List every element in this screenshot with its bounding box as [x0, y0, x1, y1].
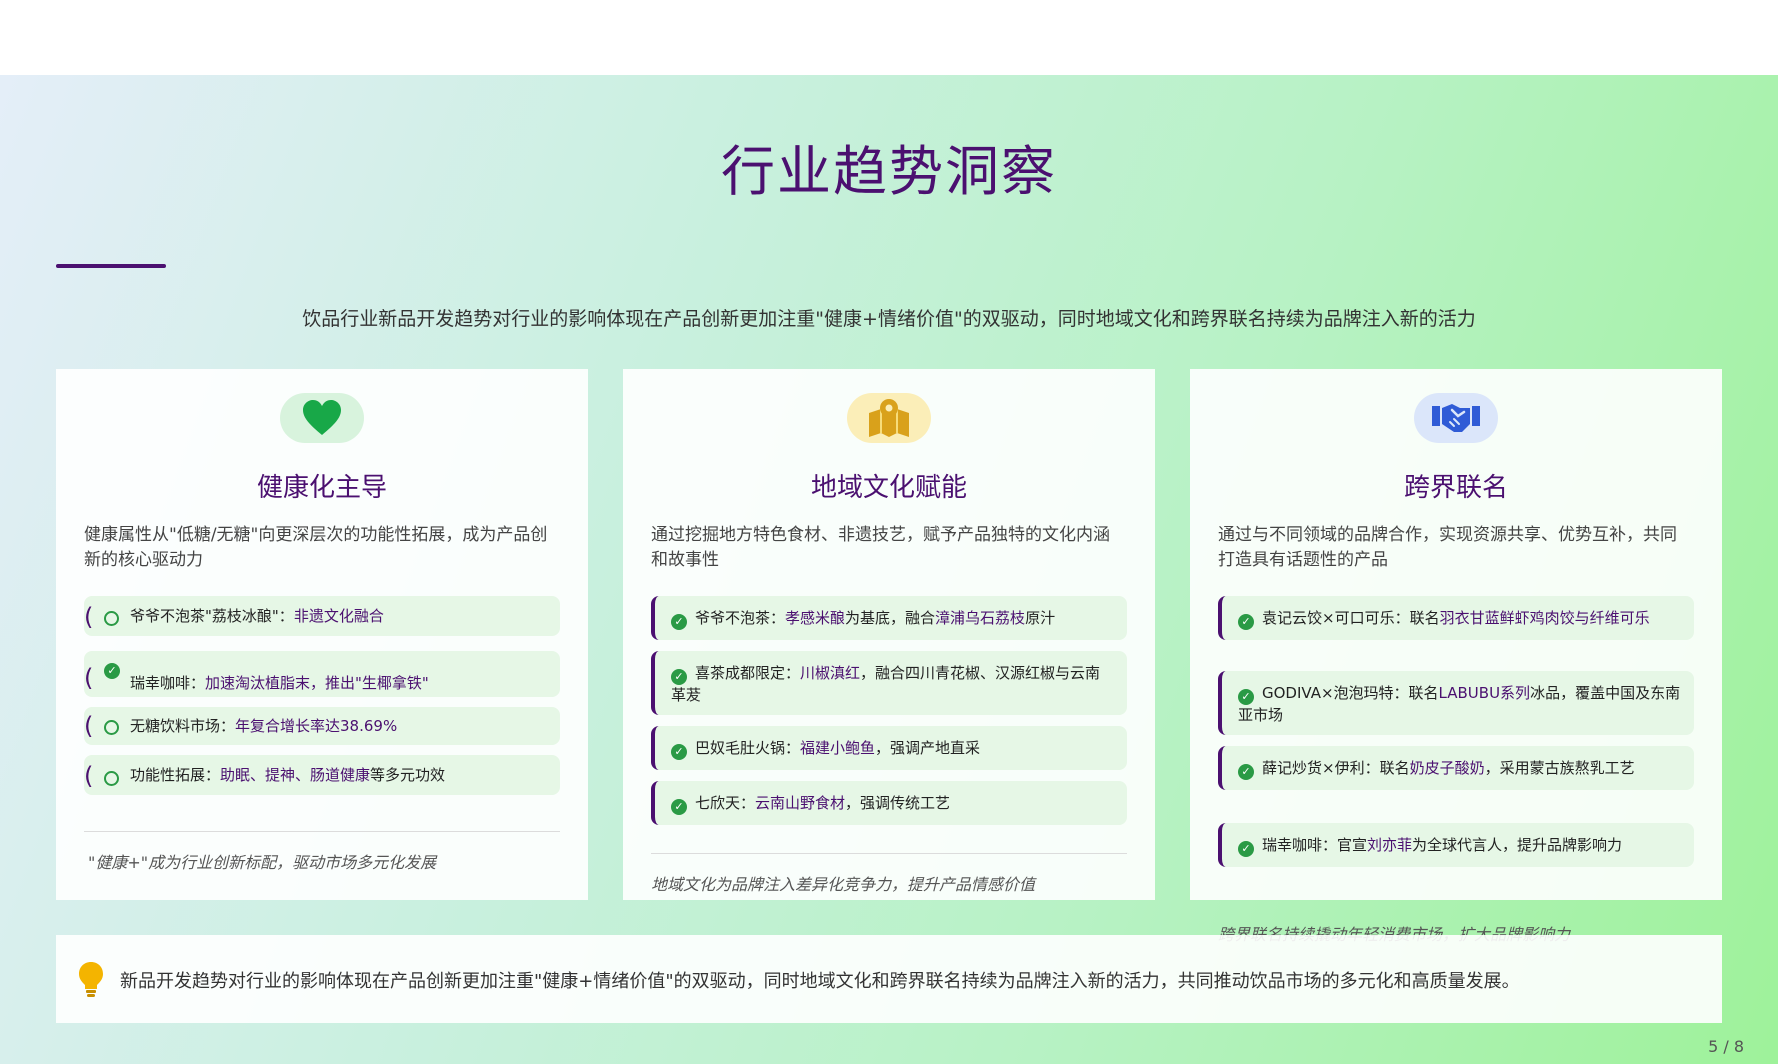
- check-icon: ✓: [1238, 689, 1254, 705]
- card-note: 地域文化为品牌注入差异化竞争力，提升产品情感价值: [651, 875, 1036, 894]
- item-label: 袁记云饺×可口可乐：联名: [1262, 609, 1440, 627]
- card-regional-culture: 地域文化赋能 通过挖掘地方特色食材、非遗技艺，赋予产品独特的文化内涵和故事性 ✓…: [623, 369, 1155, 900]
- title-underline: [56, 264, 166, 268]
- page-subtitle: 饮品行业新品开发趋势对行业的影响体现在产品创新更加注重"健康+情绪价值"的双驱动…: [302, 308, 1476, 330]
- item-highlight: 云南山野食材: [755, 794, 846, 812]
- bracket-mark: (: [84, 664, 94, 692]
- summary-box: 新品开发趋势对行业的影响体现在产品创新更加注重"健康+情绪价值"的双驱动，同时地…: [56, 935, 1722, 1023]
- card-description: 健康属性从"低糖/无糖"向更深层次的功能性拓展，成为产品创新的核心驱动力: [84, 525, 548, 570]
- item-highlight: LABUBU系列: [1438, 684, 1531, 702]
- list-item: ✓ 瑞幸咖啡：官宣刘亦菲为全球代言人，提升品牌影响力: [1218, 823, 1694, 867]
- item-rest: ，强调产地直采: [875, 739, 981, 757]
- item-label: 无糖饮料市场：: [130, 717, 236, 735]
- item-label: 七欣天：: [695, 794, 756, 812]
- circle-icon: [104, 720, 119, 735]
- handshake-icon: [1414, 393, 1498, 443]
- item-rest: 为全球代言人，提升品牌影响力: [1412, 836, 1623, 854]
- bracket-mark: (: [84, 712, 94, 740]
- item-label: 爷爷不泡茶"荔枝冰酿"：: [130, 607, 294, 625]
- divider: [84, 831, 560, 832]
- item-label: 瑞幸咖啡：官宣: [1262, 836, 1368, 854]
- bracket-mark: (: [84, 603, 94, 631]
- slide: 行业趋势洞察 饮品行业新品开发趋势对行业的影响体现在产品创新更加注重"健康+情绪…: [0, 75, 1778, 1064]
- card-co-branding: 跨界联名 通过与不同领域的品牌合作，实现资源共享、优势互补，共同打造具有话题性的…: [1190, 369, 1722, 900]
- check-icon: ✓: [671, 669, 687, 685]
- list-item: ✓ 薛记炒货×伊利：联名奶皮子酸奶，采用蒙古族熬乳工艺: [1218, 746, 1694, 790]
- item-label: 功能性拓展：: [130, 766, 221, 784]
- list-item: ✓ 喜茶成都限定：川椒滇红，融合四川青花椒、汉源红椒与云南革茇: [651, 651, 1127, 715]
- item-highlight: 年复合增长率达38.69%: [235, 717, 398, 735]
- item-highlight: 加速淘汰植脂末，推出"生椰拿铁": [205, 674, 429, 692]
- summary-text: 新品开发趋势对行业的影响体现在产品创新更加注重"健康+情绪价值"的双驱动，同时地…: [120, 971, 1520, 992]
- item-highlight: 川椒滇红: [800, 664, 861, 682]
- divider: [651, 853, 1127, 854]
- card-description: 通过与不同领域的品牌合作，实现资源共享、优势互补，共同打造具有话题性的产品: [1218, 525, 1677, 570]
- heart-icon: [280, 393, 364, 443]
- list-item: ✓ 爷爷不泡茶：孝感米酿为基底，融合漳浦乌石荔枝原汁: [651, 596, 1127, 640]
- circle-icon: [104, 611, 119, 626]
- item-rest: 等多元功效: [370, 766, 446, 784]
- item-highlight: 漳浦乌石荔枝: [935, 609, 1026, 627]
- list-item: ( ✓ 瑞幸咖啡：加速淘汰植脂末，推出"生椰拿铁": [84, 651, 560, 697]
- list-item: ✓ 巴奴毛肚火锅：福建小鲍鱼，强调产地直采: [651, 726, 1127, 770]
- item-rest: ，采用蒙古族熬乳工艺: [1484, 759, 1635, 777]
- item-label: 瑞幸咖啡：: [130, 674, 206, 692]
- check-icon: ✓: [1238, 841, 1254, 857]
- card-health: 健康化主导 健康属性从"低糖/无糖"向更深层次的功能性拓展，成为产品创新的核心驱…: [56, 369, 588, 900]
- item-rest: 为基底，融合: [845, 609, 936, 627]
- item-highlight: 羽衣甘蓝鲜虾鸡肉饺与纤维可乐: [1439, 609, 1650, 627]
- lightbulb-icon: [78, 961, 104, 1001]
- item-highlight: 助眠、提神、肠道健康: [220, 766, 371, 784]
- check-icon: ✓: [671, 614, 687, 630]
- bracket-mark: (: [84, 762, 94, 790]
- item-label: 巴奴毛肚火锅：: [695, 739, 801, 757]
- item-label: 薛记炒货×伊利：联名: [1262, 759, 1410, 777]
- check-icon: ✓: [104, 663, 120, 679]
- circle-icon: [104, 771, 119, 786]
- list-item: ✓ GODIVA×泡泡玛特：联名LABUBU系列冰品，覆盖中国及东南亚市场: [1218, 671, 1694, 735]
- item-rest: 原汁: [1025, 609, 1056, 627]
- page-number: 5 / 8: [1708, 1037, 1744, 1056]
- page-title: 行业趋势洞察: [721, 140, 1057, 203]
- card-title: 健康化主导: [256, 473, 387, 503]
- check-icon: ✓: [671, 744, 687, 760]
- list-item: ✓ 七欣天：云南山野食材，强调传统工艺: [651, 781, 1127, 825]
- check-icon: ✓: [1238, 614, 1254, 630]
- item-highlight: 福建小鲍鱼: [800, 739, 876, 757]
- card-note: "健康+"成为行业创新标配，驱动市场多元化发展: [88, 853, 437, 872]
- list-item: ( 无糖饮料市场：年复合增长率达38.69%: [84, 707, 560, 745]
- list-item: ✓ 袁记云饺×可口可乐：联名羽衣甘蓝鲜虾鸡肉饺与纤维可乐: [1218, 596, 1694, 640]
- check-icon: ✓: [671, 799, 687, 815]
- card-description: 通过挖掘地方特色食材、非遗技艺，赋予产品独特的文化内涵和故事性: [651, 525, 1110, 570]
- item-highlight: 刘亦菲: [1367, 836, 1413, 854]
- card-title: 跨界联名: [1403, 473, 1508, 503]
- item-rest: ，强调传统工艺: [845, 794, 951, 812]
- list-item: ( 功能性拓展：助眠、提神、肠道健康等多元功效: [84, 755, 560, 795]
- item-highlight: 孝感米酿: [785, 609, 846, 627]
- check-icon: ✓: [1238, 764, 1254, 780]
- list-item: ( 爷爷不泡茶"荔枝冰酿"：非遗文化融合: [84, 596, 560, 636]
- item-label: 喜茶成都限定：: [695, 664, 801, 682]
- item-highlight: 奶皮子酸奶: [1409, 759, 1485, 777]
- item-highlight: 非遗文化融合: [293, 607, 384, 625]
- card-title: 地域文化赋能: [810, 473, 967, 503]
- item-label: 爷爷不泡茶：: [695, 609, 786, 627]
- map-pin-icon: [847, 393, 931, 443]
- item-label: GODIVA×泡泡玛特：联名: [1262, 684, 1439, 702]
